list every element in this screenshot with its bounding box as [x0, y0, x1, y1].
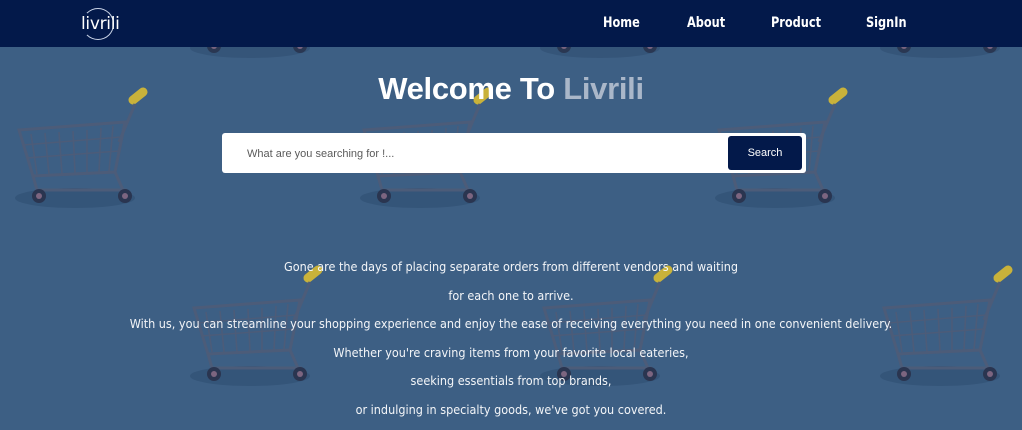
hero-title-prefix: Welcome To	[378, 71, 564, 106]
navbar: livrili Home About Product SignIn	[0, 0, 1022, 47]
search-button[interactable]: Search	[728, 136, 802, 170]
nav-link-signin[interactable]: SignIn	[866, 15, 907, 31]
hero-description: Gone are the days of placing separate or…	[0, 256, 1022, 428]
page: livrili Home About Product SignIn Welcom…	[0, 0, 1022, 430]
description-line: for each one to arrive.	[448, 287, 574, 303]
description-line: Whether you're craving items from your f…	[333, 344, 689, 360]
description-line: Gone are the days of placing separate or…	[284, 259, 738, 274]
hero-title-brand: Livrili	[563, 71, 644, 106]
hero-title: Welcome To Livrili	[0, 71, 1022, 107]
nav-link-product[interactable]: Product	[771, 15, 821, 31]
logo[interactable]: livrili	[78, 4, 120, 42]
description-line: With us, you can streamline your shoppin…	[129, 316, 893, 332]
nav-link-about[interactable]: About	[687, 15, 725, 31]
logo-text: livrili	[81, 14, 120, 34]
description-line: or indulging in specialty goods, we've g…	[355, 401, 667, 417]
description-line: seeking essentials from top brands,	[410, 373, 612, 389]
nav-link-home[interactable]: Home	[603, 15, 640, 31]
search-input[interactable]	[232, 139, 739, 169]
search-bar: Search	[222, 133, 806, 173]
